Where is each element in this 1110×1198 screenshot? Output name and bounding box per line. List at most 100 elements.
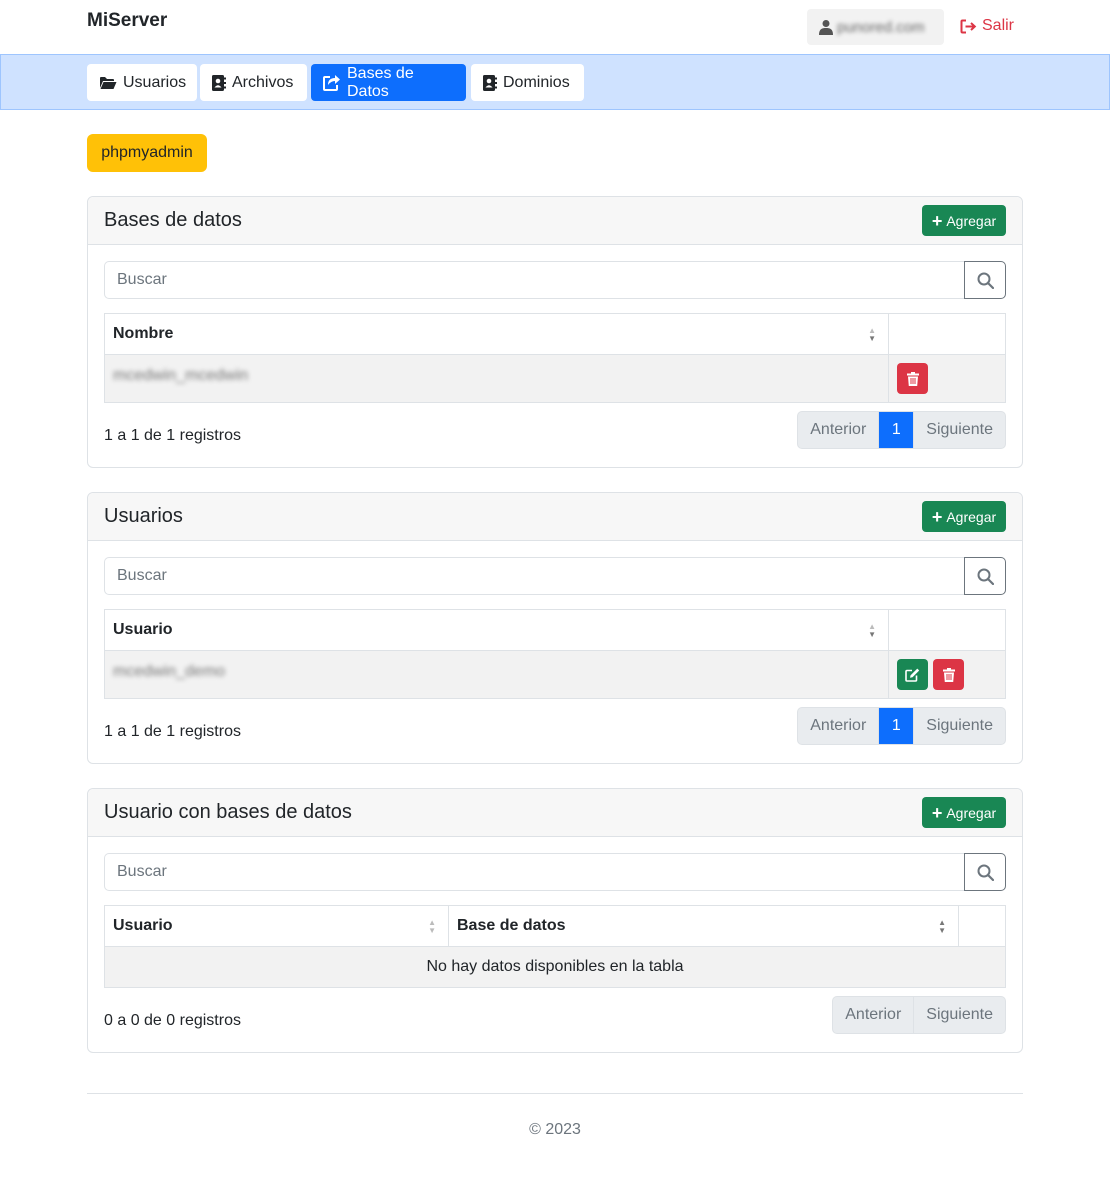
user-name-cell: mcedwin_demo xyxy=(104,650,889,699)
card-title: Bases de datos xyxy=(104,209,242,231)
pagination-next[interactable]: Siguiente xyxy=(914,412,1005,448)
databases-card: Bases de datos + Agregar Nombre ▲▼ mcedw… xyxy=(87,196,1023,468)
add-label: Agregar xyxy=(946,804,997,821)
users-table: Usuario ▲ ▼ mcedwin_demo xyxy=(104,609,1006,699)
column-header-actions xyxy=(958,905,1006,947)
search-icon xyxy=(977,568,994,585)
address-book-icon xyxy=(212,74,226,91)
search-input[interactable] xyxy=(104,853,964,891)
pagination-page[interactable]: 1 xyxy=(879,708,915,744)
pagination-previous[interactable]: Anterior xyxy=(833,997,915,1033)
tab-dominios-label: Dominios xyxy=(503,73,570,91)
users-card: Usuarios + Agregar Usuario ▲▼ mcedwin_de… xyxy=(87,492,1023,764)
edit-button[interactable] xyxy=(897,659,928,690)
tab-archivos[interactable]: Archivos xyxy=(200,64,307,101)
empty-message: No hay datos disponibles en la tabla xyxy=(104,946,1006,988)
tab-usuarios[interactable]: Usuarios xyxy=(87,64,197,101)
user-name: punored.com xyxy=(837,18,925,36)
actions-cell xyxy=(888,354,1006,403)
tab-dominios[interactable]: Dominios xyxy=(471,64,584,101)
logout-link[interactable]: Salir xyxy=(960,17,1014,35)
table-row: mcedwin_mcedwin xyxy=(104,354,1006,403)
add-user-button[interactable]: + Agregar xyxy=(922,501,1006,532)
plus-icon: + xyxy=(931,506,943,527)
plus-icon: + xyxy=(931,210,943,231)
search-group xyxy=(104,853,1006,891)
table-info: 1 a 1 de 1 registros xyxy=(104,723,241,740)
tab-archivos-label: Archivos xyxy=(232,73,294,91)
pagination-previous[interactable]: Anterior xyxy=(798,708,880,744)
databases-table: Nombre ▲ ▼ mcedwin_mcedwin xyxy=(104,313,1006,403)
column-label: Usuario xyxy=(113,917,173,934)
logout-label: Salir xyxy=(982,17,1015,34)
search-input[interactable] xyxy=(104,557,964,595)
tab-bases-de-datos-label: Bases de Datos xyxy=(347,64,414,100)
tab-usuarios-label: Usuarios xyxy=(123,73,187,91)
trash-icon xyxy=(942,667,955,682)
delete-button[interactable] xyxy=(933,659,965,690)
pagination-previous[interactable]: Anterior xyxy=(798,412,880,448)
nav-bar: Usuarios Archivos Bases de Datos Dominio… xyxy=(0,54,1110,110)
user-name: mcedwin_demo xyxy=(113,663,226,680)
add-label: Agregar xyxy=(946,212,997,229)
share-square-icon xyxy=(323,74,340,91)
search-button[interactable] xyxy=(964,557,1006,595)
folder-open-icon xyxy=(100,76,117,89)
card-header: Usuarios + Agregar xyxy=(88,493,1022,541)
table-row: No hay datos disponibles en la tabla xyxy=(104,946,1006,988)
sign-out-icon xyxy=(960,19,977,33)
plus-icon: + xyxy=(931,802,943,823)
add-user-database-button[interactable]: + Agregar xyxy=(922,797,1006,828)
pagination-next[interactable]: Siguiente xyxy=(914,708,1005,744)
card-header: Bases de datos + Agregar xyxy=(88,197,1022,245)
db-name-cell: mcedwin_mcedwin xyxy=(104,354,889,403)
card-title: Usuario con bases de datos xyxy=(104,801,352,823)
table-header-row: Usuario ▲ ▼ Base de datos ▲ ▼ xyxy=(104,905,1006,947)
db-name: mcedwin_mcedwin xyxy=(113,367,249,384)
trash-icon xyxy=(906,371,919,386)
column-header-actions xyxy=(888,313,1006,355)
pagination-page[interactable]: 1 xyxy=(879,412,915,448)
table-header-row: Nombre ▲ ▼ xyxy=(104,313,1006,355)
user-chip[interactable]: punored.com xyxy=(807,9,944,45)
column-header-nombre[interactable]: Nombre ▲ ▼ xyxy=(104,313,889,355)
delete-button[interactable] xyxy=(897,363,928,394)
actions-cell xyxy=(888,650,1006,699)
address-book-icon xyxy=(483,74,497,91)
search-input[interactable] xyxy=(104,261,964,299)
pagination: Anterior 1 Siguiente xyxy=(797,707,1006,745)
column-header-usuario[interactable]: Usuario ▲ ▼ xyxy=(104,905,449,947)
footer-copyright: © 2023 xyxy=(529,1121,581,1138)
search-button[interactable] xyxy=(964,261,1006,299)
search-icon xyxy=(977,272,994,289)
search-icon xyxy=(977,864,994,881)
sort-icon: ▲ ▼ xyxy=(938,918,946,935)
column-label: Base de datos xyxy=(457,917,566,934)
brand-title[interactable]: MiServer xyxy=(87,10,167,32)
column-header-usuario[interactable]: Usuario ▲ ▼ xyxy=(104,609,889,651)
footer-divider xyxy=(87,1093,1023,1094)
sort-icon: ▲ ▼ xyxy=(868,622,876,639)
column-label: Nombre xyxy=(113,325,174,342)
table-info: 1 a 1 de 1 registros xyxy=(104,427,241,444)
column-label: Usuario xyxy=(113,621,173,638)
table-header-row: Usuario ▲ ▼ xyxy=(104,609,1006,651)
search-button[interactable] xyxy=(964,853,1006,891)
user-icon xyxy=(819,20,833,35)
add-database-button[interactable]: + Agregar xyxy=(922,205,1006,236)
search-group xyxy=(104,557,1006,595)
sort-icon: ▲ ▼ xyxy=(428,918,436,935)
table-info: 0 a 0 de 0 registros xyxy=(104,1012,241,1029)
edit-icon xyxy=(905,668,920,682)
column-header-base-de-datos[interactable]: Base de datos ▲ ▼ xyxy=(448,905,959,947)
top-bar: MiServer punored.com Salir xyxy=(0,0,1110,54)
pagination-next[interactable]: Siguiente xyxy=(914,997,1005,1033)
add-label: Agregar xyxy=(946,508,997,525)
card-title: Usuarios xyxy=(104,505,183,527)
card-header: Usuario con bases de datos + Agregar xyxy=(88,789,1022,837)
pagination: Anterior Siguiente xyxy=(832,996,1006,1034)
table-row: mcedwin_demo xyxy=(104,650,1006,699)
phpmyadmin-button[interactable]: phpmyadmin xyxy=(87,134,207,172)
search-group xyxy=(104,261,1006,299)
tab-bases-de-datos[interactable]: Bases de Datos xyxy=(311,64,466,101)
